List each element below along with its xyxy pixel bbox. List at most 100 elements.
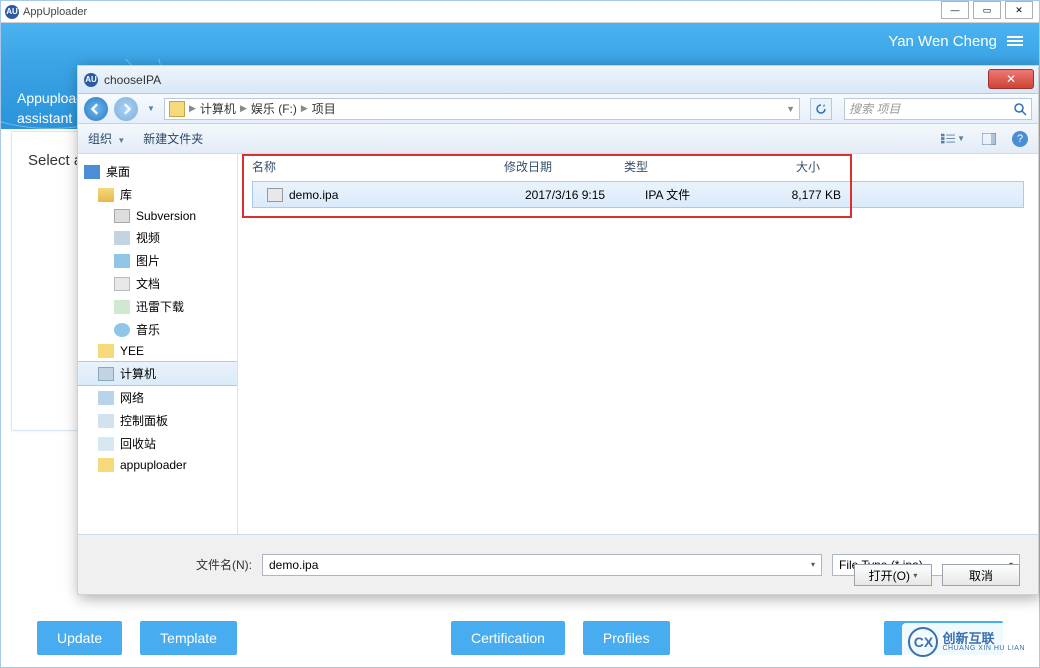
template-button[interactable]: Template [140,621,237,655]
app-title: AppUploader [23,6,87,18]
file-dialog: AU chooseIPA ✕ ▼ ▶ 计算机 ▶ 娱乐 (F:) ▶ 项目 ▼ [77,65,1039,595]
download-icon [114,300,130,314]
network-icon [98,391,114,405]
cancel-button[interactable]: 取消 [942,564,1020,586]
watermark-sub: CHUANG XIN HU LIAN [942,645,1025,652]
preview-icon [982,133,996,145]
arrow-left-icon [90,103,102,115]
help-button[interactable]: ? [1012,131,1028,147]
dialog-nav: ▼ ▶ 计算机 ▶ 娱乐 (F:) ▶ 项目 ▼ 搜索 项目 [78,94,1038,124]
close-button[interactable]: ✕ [1005,1,1033,19]
chevron-right-icon: ▶ [301,103,308,114]
tree-controlpanel[interactable]: 控制面板 [78,409,237,432]
chevron-down-icon: ▾ [913,571,917,580]
folder-icon [98,458,114,472]
chevron-right-icon: ▶ [189,103,196,114]
svn-icon [114,209,130,223]
certification-button[interactable]: Certification [451,621,565,655]
watermark-logo-icon: CX [908,627,938,657]
chevron-down-icon[interactable]: ▾ [811,560,815,569]
file-row[interactable]: demo.ipa 2017/3/16 9:15 IPA 文件 8,177 KB [252,181,1024,208]
chevron-down-icon[interactable]: ▼ [786,104,795,114]
tree-computer[interactable]: 计算机 [78,361,237,386]
preview-pane-button[interactable] [976,129,1002,149]
tree-desktop[interactable]: 桌面 [78,160,237,183]
tree-yee[interactable]: YEE [78,341,237,361]
tree-video[interactable]: 视频 [78,226,237,249]
breadcrumb-folder[interactable]: 项目 [312,100,336,117]
filename-input[interactable]: demo.ipa ▾ [262,554,822,576]
picture-icon [114,254,130,268]
folder-icon [98,344,114,358]
watermark-text: 创新互联 [942,632,1025,645]
file-date: 2017/3/16 9:15 [525,188,645,202]
profiles-button[interactable]: Profiles [583,621,670,655]
tree-subversion[interactable]: Subversion [78,206,237,226]
dialog-toolbar: 组织 ▼ 新建文件夹 ▼ ? [78,124,1038,154]
dialog-title: chooseIPA [104,73,161,87]
col-name[interactable]: 名称 [252,158,504,175]
dialog-footer: 文件名(N): demo.ipa ▾ File Type (*.ipa) ▾ 打… [78,534,1038,594]
tree-music[interactable]: 音乐 [78,318,237,341]
col-type[interactable]: 类型 [624,158,744,175]
app-logo-icon: AU [5,5,19,19]
chevron-down-icon: ▼ [117,136,125,145]
chevron-down-icon: ▼ [957,134,965,143]
library-icon [98,188,114,202]
tree-download[interactable]: 迅雷下载 [78,295,237,318]
music-icon [114,323,130,337]
nav-history-dropdown[interactable]: ▼ [144,97,158,121]
file-type: IPA 文件 [645,186,765,203]
dialog-titlebar[interactable]: AU chooseIPA ✕ [78,66,1038,94]
new-folder-button[interactable]: 新建文件夹 [143,130,203,147]
document-icon [114,277,130,291]
organize-menu[interactable]: 组织 ▼ [88,130,125,147]
tree-document[interactable]: 文档 [78,272,237,295]
tree-appuploader[interactable]: appuploader [78,455,237,475]
file-header[interactable]: 名称 修改日期 类型 大小 [238,154,1038,179]
search-input[interactable]: 搜索 项目 [844,98,1032,120]
file-icon [267,188,283,202]
col-date[interactable]: 修改日期 [504,158,624,175]
tree-library[interactable]: 库 [78,183,237,206]
user-name: Yan Wen Cheng [888,33,997,50]
file-list[interactable]: 名称 修改日期 类型 大小 demo.ipa 2017/3/16 9:15 IP… [238,154,1038,534]
breadcrumb[interactable]: ▶ 计算机 ▶ 娱乐 (F:) ▶ 项目 ▼ [164,98,800,120]
filename-label: 文件名(N): [196,556,252,573]
breadcrumb-drive[interactable]: 娱乐 (F:) [251,100,297,117]
list-view-icon [941,133,955,145]
maximize-button[interactable]: ▭ [973,1,1001,19]
search-placeholder: 搜索 项目 [849,100,900,117]
folder-icon [169,101,185,117]
col-size[interactable]: 大小 [744,158,820,175]
folder-tree[interactable]: 桌面 库 Subversion 视频 图片 文档 迅雷下载 音乐 YEE 计算机… [78,154,238,534]
file-name: demo.ipa [289,188,525,202]
minimize-button[interactable]: — [941,1,969,19]
chevron-right-icon: ▶ [240,103,247,114]
control-panel-icon [98,414,114,428]
arrow-right-icon [120,103,132,115]
breadcrumb-root[interactable]: 计算机 [200,100,236,117]
tree-picture[interactable]: 图片 [78,249,237,272]
dialog-icon: AU [84,73,98,87]
app-titlebar[interactable]: AU AppUploader — ▭ ✕ [1,1,1039,23]
tree-recycle[interactable]: 回收站 [78,432,237,455]
desktop-icon [84,165,100,179]
video-icon [114,231,130,245]
update-button[interactable]: Update [37,621,122,655]
refresh-icon [815,103,827,115]
view-mode-button[interactable]: ▼ [940,129,966,149]
back-button[interactable] [84,97,108,121]
file-size: 8,177 KB [765,188,841,202]
menu-icon[interactable] [1007,36,1023,46]
tree-network[interactable]: 网络 [78,386,237,409]
computer-icon [98,367,114,381]
recycle-bin-icon [98,437,114,451]
refresh-button[interactable] [810,98,832,120]
app-window: AU AppUploader — ▭ ✕ Yan Wen Cheng Appli… [0,0,1040,668]
open-button[interactable]: 打开(O) ▾ [854,564,932,586]
dialog-close-button[interactable]: ✕ [988,69,1034,89]
watermark: CX 创新互联 CHUANG XIN HU LIAN [902,623,1031,661]
app-header: Yan Wen Cheng [1,23,1039,59]
forward-button[interactable] [114,97,138,121]
